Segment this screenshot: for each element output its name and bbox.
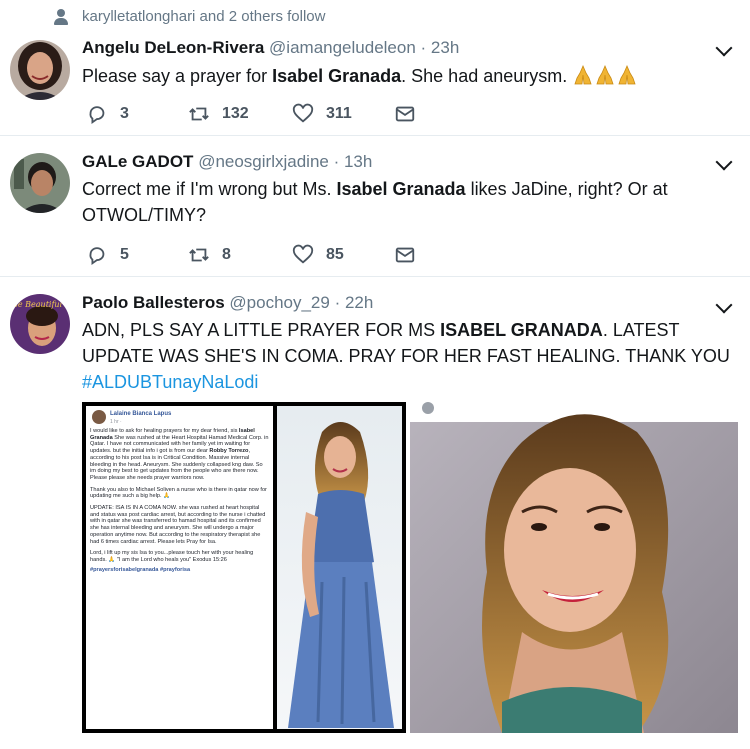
post-paragraph: UPDATE: ISA IS IN A COMA NOW. she was ru… [90,505,266,545]
post-author: Lalaine Bianca Lapus [110,411,172,417]
reply-button[interactable]: 5 [86,242,129,268]
reply-count: 3 [120,105,129,122]
tweet[interactable]: GALe GADOT @neosgirlxjadine · 13h Correc… [0,136,750,277]
post-hashtags[interactable]: #prayersforisabelgranada #prayforisa [90,567,270,574]
like-count: 311 [326,105,352,122]
like-button[interactable]: 85 [292,242,344,268]
like-count: 85 [326,246,344,263]
avatar[interactable] [10,153,70,213]
avatar[interactable]: Be Beautiful [10,294,70,354]
retweet-icon [189,248,209,262]
message-icon [395,106,415,122]
tweet-media[interactable]: Lalaine Bianca Lapus 1 hr · I would like… [82,402,738,733]
message-icon [395,247,415,263]
person-icon [54,9,68,25]
tweet-time[interactable]: · 23h [421,38,460,57]
retweet-count: 8 [222,246,231,263]
retweet-button[interactable]: 132 [188,101,249,127]
like-icon [292,103,314,123]
retweet-count: 132 [222,105,249,122]
avatar-caption: Be Beautiful [11,300,63,309]
chevron-down-icon[interactable] [715,153,733,171]
folded-hands-icon [572,65,638,86]
author-handle[interactable]: @neosgirlxjadine [198,152,329,171]
retweet-button[interactable]: 8 [188,242,231,268]
reply-count: 5 [120,246,129,263]
reply-button[interactable]: 3 [86,101,129,127]
highlight-name: ISABEL GRANADA [440,320,603,340]
tweet-time[interactable]: · 13h [334,152,373,171]
highlight-name: Isabel Granada [336,179,466,199]
author-name[interactable]: Angelu DeLeon-Rivera [82,38,264,57]
tweet-header: Angelu DeLeon-Rivera @iamangeludeleon · … [82,38,459,58]
highlight-name: Isabel Granada [272,66,402,86]
reply-icon [89,106,105,125]
retweet-icon [189,107,209,121]
author-name[interactable]: Paolo Ballesteros [82,293,225,312]
direct-message-button[interactable] [394,101,416,127]
chevron-down-icon[interactable] [715,39,733,57]
post-paragraph: Lord, i lift up my sis Isa to you...plea… [90,550,254,563]
hashtag-link[interactable]: #ALDUBTunayNaLodi [82,372,258,392]
like-icon [292,244,314,264]
post-meta: 1 hr · [110,419,122,425]
author-handle[interactable]: @pochoy_29 [229,293,329,312]
tweet[interactable]: Angelu DeLeon-Rivera @iamangeludeleon · … [0,34,750,136]
chevron-down-icon[interactable] [715,296,733,314]
tweet-text: Correct me if I'm wrong but Ms. Isabel G… [82,179,668,225]
reply-icon [89,247,105,266]
social-context: karylletatlonghari and 2 others follow [0,0,750,34]
avatar[interactable] [10,40,70,100]
like-button[interactable]: 311 [292,101,352,127]
tweet-header: GALe GADOT @neosgirlxjadine · 13h [82,152,372,172]
tweet-actions: 3 132 311 [86,101,486,127]
tweet-text: ADN, PLS SAY A LITTLE PRAYER FOR MS ISAB… [82,320,730,392]
author-handle[interactable]: @iamangeludeleon [269,38,416,57]
tweet-actions: 5 8 85 [86,242,486,268]
social-context-text[interactable]: karylletatlonghari and 2 others follow [82,8,325,25]
post-paragraph: I would like to ask for healing prayers … [90,428,269,481]
media-collage[interactable]: Lalaine Bianca Lapus 1 hr · I would like… [82,402,738,733]
direct-message-button[interactable] [394,242,416,268]
tweet-text: Please say a prayer for Isabel Granada. … [82,63,742,89]
post-paragraph: Thank you also to Michael Soliven a nurs… [90,486,267,500]
author-name[interactable]: GALe GADOT [82,152,193,171]
tweet-header: Paolo Ballesteros @pochoy_29 · 22h [82,293,373,313]
tweet-time[interactable]: · 22h [335,293,374,312]
